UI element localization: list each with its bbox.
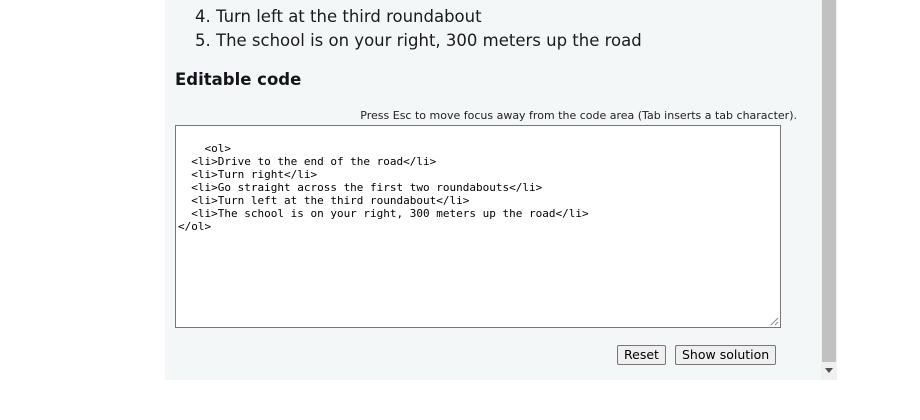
show-solution-button[interactable]: Show solution bbox=[675, 345, 777, 365]
keyboard-hint: Press Esc to move focus away from the co… bbox=[360, 109, 797, 122]
list-item-number: 4. bbox=[195, 7, 211, 26]
section-heading: Editable code bbox=[175, 70, 302, 89]
scroll-down-arrow-icon[interactable] bbox=[825, 368, 833, 373]
list-item: 4. Turn left at the third roundabout bbox=[195, 7, 482, 26]
vertical-scrollbar[interactable] bbox=[821, 0, 837, 380]
scrollbar-thumb[interactable] bbox=[822, 0, 836, 362]
list-item-text: The school is on your right, 300 meters … bbox=[216, 31, 642, 50]
list-item: 5. The school is on your right, 300 mete… bbox=[195, 31, 642, 50]
list-item-text: Turn left at the third roundabout bbox=[216, 7, 482, 26]
code-content: <ol> <li>Drive to the end of the road</l… bbox=[178, 142, 589, 233]
reset-button[interactable]: Reset bbox=[617, 345, 666, 365]
code-textarea[interactable]: <ol> <li>Drive to the end of the road</l… bbox=[175, 125, 781, 328]
list-item-number: 5. bbox=[195, 31, 211, 50]
resize-grip-icon[interactable] bbox=[769, 316, 779, 326]
example-panel: 4. Turn left at the third roundabout 5. … bbox=[165, 0, 821, 380]
